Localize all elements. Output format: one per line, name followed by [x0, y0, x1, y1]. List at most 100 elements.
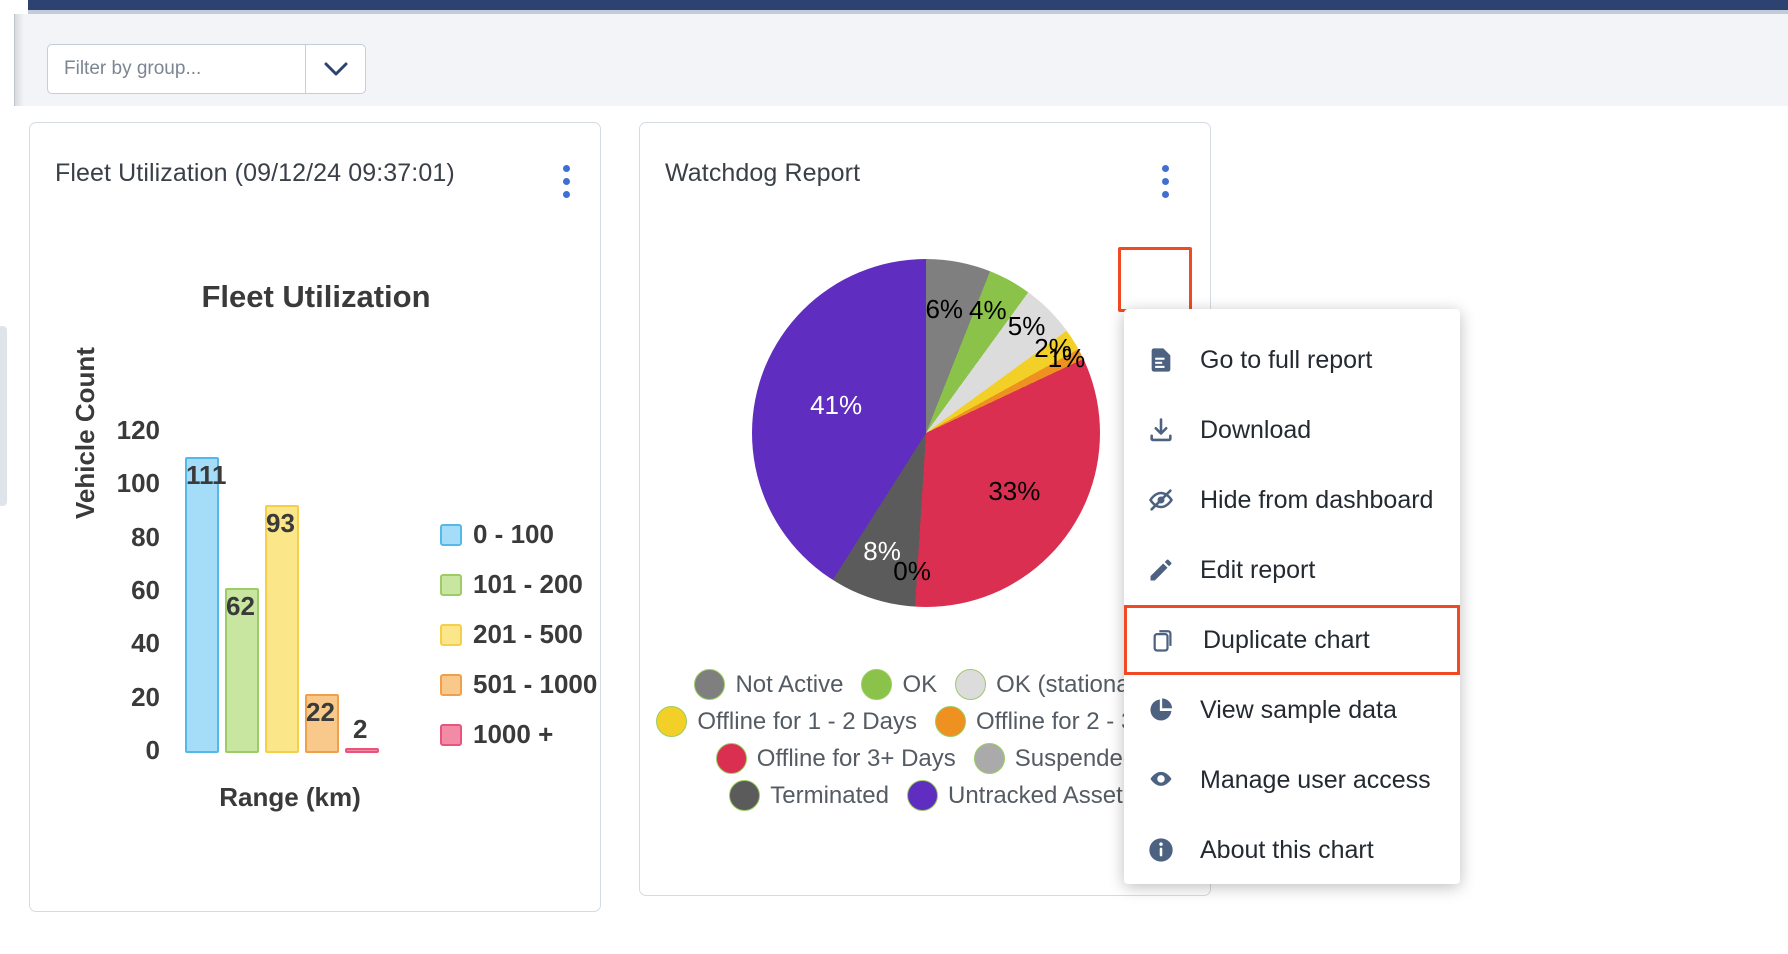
pie-chart-legend-label: Not Active — [735, 671, 843, 699]
bar-chart-legend-item[interactable]: 1000 + — [440, 719, 597, 750]
legend-dot-icon — [974, 743, 1005, 774]
legend-dot-icon — [861, 669, 892, 700]
more-vertical-icon-dot — [563, 178, 570, 185]
bar-chart-legend-label: 101 - 200 — [473, 569, 583, 600]
bar-chart-legend-item[interactable]: 0 - 100 — [440, 519, 597, 550]
legend-dot-icon — [656, 706, 687, 737]
chart-context-menu: Go to full report Download Hide from dashb… — [1124, 309, 1460, 884]
more-vertical-icon-dot — [563, 165, 570, 172]
group-filter-input[interactable] — [48, 45, 305, 93]
legend-swatch-icon — [440, 724, 462, 746]
menu-item-go-to-full-report[interactable]: Go to full report — [1124, 325, 1460, 395]
menu-item-edit-report[interactable]: Edit report — [1124, 535, 1460, 605]
menu-item-label: Download — [1200, 416, 1311, 445]
info-icon — [1146, 835, 1176, 865]
menu-item-label: About this chart — [1200, 836, 1374, 865]
pie-chart-legend-label: Terminated — [770, 782, 889, 810]
legend-swatch-icon — [440, 524, 462, 546]
group-filter-control[interactable] — [47, 44, 366, 94]
copy-icon — [1149, 625, 1179, 655]
pie-chart-legend-item[interactable]: Suspended — [974, 743, 1136, 774]
card-fleet-header: Fleet Utilization (09/12/24 09:37:01) — [30, 123, 600, 219]
bar-chart-legend-label: 201 - 500 — [473, 619, 583, 650]
eye-icon — [1146, 765, 1176, 795]
more-vertical-icon-dot — [1162, 178, 1169, 185]
bar-chart-bar — [185, 457, 219, 753]
bar-chart-y-tick: 80 — [86, 522, 160, 553]
bar-chart-y-tick: 0 — [86, 735, 160, 766]
menu-item-download[interactable]: Download — [1124, 395, 1460, 465]
legend-swatch-icon — [440, 574, 462, 596]
bar-chart: Fleet Utilization Vehicle Count 02040608… — [30, 219, 602, 859]
dashboard-body: Fleet Utilization (09/12/24 09:37:01) Fl… — [0, 106, 1788, 954]
menu-item-view-sample-data[interactable]: View sample data — [1124, 675, 1460, 745]
pie-chart-legend-item[interactable]: Offline for 3+ Days — [716, 743, 956, 774]
bar-chart-y-tick: 120 — [86, 415, 160, 446]
pie-chart-legend-label: Untracked Asset — [948, 782, 1123, 810]
more-vertical-icon-dot — [1162, 191, 1169, 198]
menu-item-about-this-chart[interactable]: About this chart — [1124, 815, 1460, 885]
bar-chart-data-label: 22 — [306, 697, 335, 728]
card-watchdog-header: Watchdog Report — [640, 123, 1210, 219]
menu-item-manage-user-access[interactable]: Manage user access — [1124, 745, 1460, 815]
legend-dot-icon — [935, 706, 966, 737]
bar-chart-y-tick: 40 — [86, 628, 160, 659]
document-icon — [1146, 345, 1176, 375]
bar-chart-data-label: 2 — [353, 714, 367, 745]
menu-item-label: Go to full report — [1200, 346, 1372, 375]
menu-item-label: Manage user access — [1200, 766, 1431, 795]
pie-chart-legend-item[interactable]: Terminated — [729, 780, 889, 811]
card-fleet-menu-button[interactable] — [549, 157, 583, 205]
toolbar-edge-shadow — [14, 14, 24, 106]
menu-item-label: Duplicate chart — [1203, 626, 1370, 655]
pie-chart-legend-row: Not ActiveOKOK (stationary) — [648, 669, 1204, 700]
menu-item-hide-from-dashboard[interactable]: Hide from dashboard — [1124, 465, 1460, 535]
dashboard-page: Fleet Utilization (09/12/24 09:37:01) Fl… — [0, 0, 1788, 954]
eye-off-icon — [1146, 485, 1176, 515]
bar-chart-legend: 0 - 100 101 - 200 201 - 500 501 - 1000 1000 … — [440, 519, 597, 750]
card-watchdog-menu-button[interactable] — [1148, 157, 1182, 205]
download-icon — [1146, 415, 1176, 445]
pie-chart-legend-item[interactable]: Offline for 1 - 2 Days — [656, 706, 917, 737]
pie-chart-legend-item[interactable]: Untracked Asset — [907, 780, 1123, 811]
top-navy-bar — [28, 0, 1788, 10]
legend-dot-icon — [955, 669, 986, 700]
bar-chart-y-tick: 20 — [86, 682, 160, 713]
more-vertical-icon-dot — [1162, 165, 1169, 172]
group-filter-dropdown-button[interactable] — [306, 45, 365, 93]
legend-dot-icon — [907, 780, 938, 811]
bar-chart-y-tick: 100 — [86, 468, 160, 499]
bar-chart-legend-label: 0 - 100 — [473, 519, 554, 550]
bar-chart-data-label: 93 — [266, 508, 295, 539]
pie-chart-disc — [752, 259, 1100, 607]
bar-chart-legend-item[interactable]: 501 - 1000 — [440, 669, 597, 700]
left-rail-handle[interactable] — [0, 326, 7, 506]
legend-swatch-icon — [440, 674, 462, 696]
card-watchdog-title: Watchdog Report — [665, 159, 860, 188]
menu-item-label: Edit report — [1200, 556, 1315, 585]
bar-chart-legend-label: 1000 + — [473, 719, 553, 750]
pie-chart-legend-item[interactable]: Not Active — [694, 669, 843, 700]
bar-chart-legend-item[interactable]: 101 - 200 — [440, 569, 597, 600]
pencil-icon — [1146, 555, 1176, 585]
chevron-down-icon — [323, 61, 349, 77]
pie-chart-legend: Not ActiveOKOK (stationary)Offline for 1… — [648, 669, 1204, 811]
bar-chart-data-label: 62 — [226, 591, 255, 622]
menu-item-duplicate-chart[interactable]: Duplicate chart — [1124, 605, 1460, 675]
bar-chart-y-tick: 60 — [86, 575, 160, 606]
bar-chart-legend-label: 501 - 1000 — [473, 669, 597, 700]
pie-chart-legend-label: Offline for 1 - 2 Days — [697, 708, 917, 736]
pie-chart-legend-label: Offline for 3+ Days — [757, 745, 956, 773]
pie-chart-legend-item[interactable]: OK — [861, 669, 937, 700]
menu-item-label: Hide from dashboard — [1200, 486, 1433, 515]
card-fleet-title: Fleet Utilization (09/12/24 09:37:01) — [55, 159, 455, 188]
more-vertical-icon-dot — [563, 191, 570, 198]
legend-dot-icon — [694, 669, 725, 700]
pie-chart-legend-label: OK — [902, 671, 937, 699]
bar-chart-bar — [265, 505, 299, 753]
pie-chart-legend-row: Offline for 3+ Days Suspended — [648, 743, 1204, 774]
pie-chart-legend-label: Suspended — [1015, 745, 1136, 773]
legend-dot-icon — [729, 780, 760, 811]
bar-chart-bar — [345, 748, 379, 753]
bar-chart-legend-item[interactable]: 201 - 500 — [440, 619, 597, 650]
